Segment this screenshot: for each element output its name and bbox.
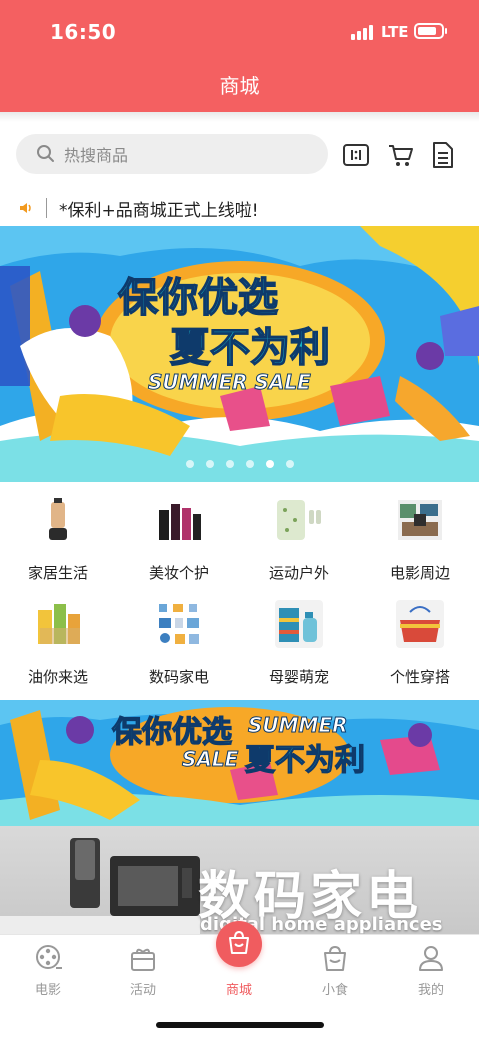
banner2-headline-1: 保你优选 (112, 715, 232, 750)
page-title: 商城 (219, 74, 260, 98)
banner2-summer: SUMMER (248, 713, 348, 737)
status-time: 16:50 (50, 20, 117, 44)
banner-tagline: SUMMER SALE (148, 370, 311, 394)
promo-banner[interactable]: 保你优选 夏不为利 SUMMER SALE (0, 226, 479, 482)
appliances-image (0, 838, 200, 934)
banner-headline-2: 夏不为利 (170, 325, 330, 371)
oil-icon (38, 604, 80, 644)
shopping-bag-icon (229, 930, 249, 954)
tab-label: 商城 (225, 983, 252, 998)
category-label: 油你来选 (27, 668, 88, 686)
category-label: 母婴萌宠 (268, 668, 329, 686)
category-item[interactable]: 油你来选 (3, 600, 113, 687)
category-label: 运动户外 (268, 564, 329, 582)
category-item[interactable]: 母婴萌宠 (244, 600, 354, 687)
category-item[interactable]: 家居生活 (3, 496, 113, 583)
cosmetics-icon (159, 504, 201, 540)
category-item[interactable]: 美妆个护 (124, 496, 234, 583)
tab-label: 小食 (321, 983, 348, 998)
mall-tab-bubble (216, 921, 262, 967)
category-label: 家居生活 (27, 564, 88, 582)
digital-appliances-banner[interactable]: 数码家电 digital home appliances (0, 826, 479, 934)
announcement-bar[interactable]: *保利+品商城正式上线啦! (18, 194, 458, 222)
search-icon (37, 145, 54, 162)
digital-devices-icon (159, 604, 199, 644)
snack-bag-icon (324, 945, 346, 971)
header-bar: 16:50 LTE 商城 (0, 0, 479, 112)
category-item[interactable]: 数码家电 (124, 600, 234, 687)
tab-label: 我的 (417, 983, 444, 998)
battery-icon (414, 23, 447, 39)
network-label: LTE (381, 23, 409, 41)
announcement-text: *保利+品商城正式上线啦! (59, 200, 259, 221)
category-label: 电影周边 (389, 564, 450, 582)
banner2-illustration: 保你优选 SUMMER SALE 夏不为利 (0, 700, 479, 826)
cart-icon[interactable] (386, 140, 416, 170)
category-item[interactable]: 个性穿搭 (365, 600, 475, 687)
category-label: 数码家电 (148, 668, 209, 686)
banner2-sale: SALE (182, 747, 239, 771)
banner2-headline-2: 夏不为利 (245, 743, 365, 778)
divider (46, 198, 47, 218)
film-reel-icon (36, 945, 62, 969)
home-indicator (156, 1022, 324, 1028)
summer-sale-banner[interactable]: 保你优选 SUMMER SALE 夏不为利 (0, 700, 479, 826)
category-item[interactable]: 运动户外 (244, 496, 354, 583)
user-icon (419, 946, 443, 971)
document-icon[interactable] (428, 140, 458, 170)
pillow-icon (277, 500, 321, 540)
movie-merch-icon (398, 500, 442, 540)
search-placeholder: 热搜商品 (64, 146, 129, 165)
tab-label: 活动 (129, 983, 156, 998)
gift-icon (131, 948, 155, 971)
signal-icon (351, 24, 373, 40)
tab-label: 电影 (34, 983, 61, 998)
bag-icon (396, 600, 444, 648)
category-label: 个性穿搭 (389, 668, 450, 686)
scan-icon[interactable] (341, 140, 371, 170)
juicer-icon (49, 498, 67, 540)
banner-illustration: 保你优选 夏不为利 SUMMER SALE (0, 226, 479, 482)
category-label: 美妆个护 (148, 564, 209, 582)
category-item[interactable]: 电影周边 (365, 496, 475, 583)
search-input[interactable]: 热搜商品 (16, 134, 328, 174)
baby-towel-icon (275, 600, 323, 648)
header-shadow (0, 112, 479, 122)
speaker-icon (20, 203, 31, 213)
banner-headline-1: 保你优选 (118, 275, 278, 321)
